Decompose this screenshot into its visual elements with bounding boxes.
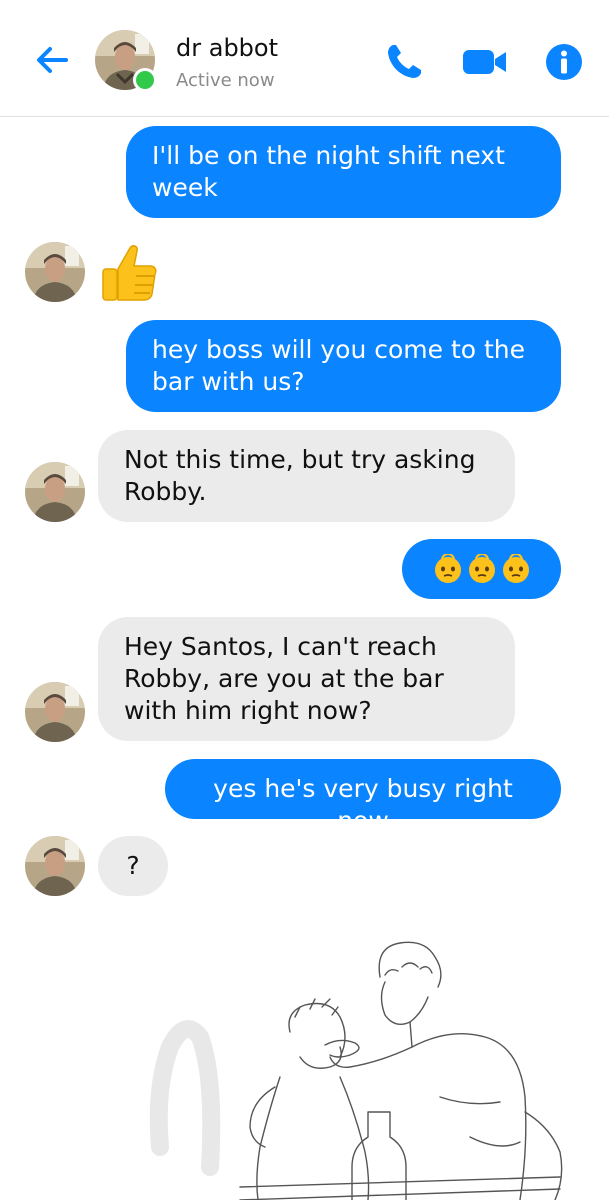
- sender-avatar[interactable]: [25, 836, 85, 896]
- contact-name[interactable]: dr abbot: [176, 34, 278, 62]
- dizzy-face-emoji: [434, 554, 461, 583]
- message-outgoing[interactable]: hey boss will you come to the bar with u…: [126, 320, 561, 412]
- message-outgoing[interactable]: I'll be on the night shift next week: [126, 126, 561, 218]
- chat-header: dr abbot Active now: [0, 0, 609, 117]
- back-arrow-icon[interactable]: [32, 40, 72, 80]
- sketch-illustration: [149, 941, 563, 1200]
- dizzy-face-emoji: [468, 554, 495, 583]
- contact-avatar[interactable]: [95, 30, 157, 92]
- message-list[interactable]: I'll be on the night shift next week hey…: [0, 117, 609, 1200]
- message-outgoing[interactable]: yes he's very busy right now: [165, 759, 561, 835]
- online-indicator: [133, 68, 157, 92]
- active-status: Active now: [176, 70, 275, 91]
- sender-avatar[interactable]: [25, 242, 85, 302]
- message-incoming[interactable]: Hey Santos, I can't reach Robby, are you…: [98, 617, 515, 741]
- sender-avatar[interactable]: [25, 462, 85, 522]
- info-icon[interactable]: [545, 43, 583, 81]
- dizzy-face-emoji: [502, 554, 529, 583]
- video-camera-icon[interactable]: [462, 46, 508, 78]
- sender-avatar[interactable]: [25, 682, 85, 742]
- message-incoming[interactable]: Not this time, but try asking Robby.: [98, 430, 515, 522]
- phone-icon[interactable]: [384, 42, 424, 82]
- message-outgoing-emoji[interactable]: [402, 539, 561, 599]
- message-incoming[interactable]: ?: [98, 836, 168, 896]
- thumbs-up-emoji[interactable]: [100, 242, 158, 302]
